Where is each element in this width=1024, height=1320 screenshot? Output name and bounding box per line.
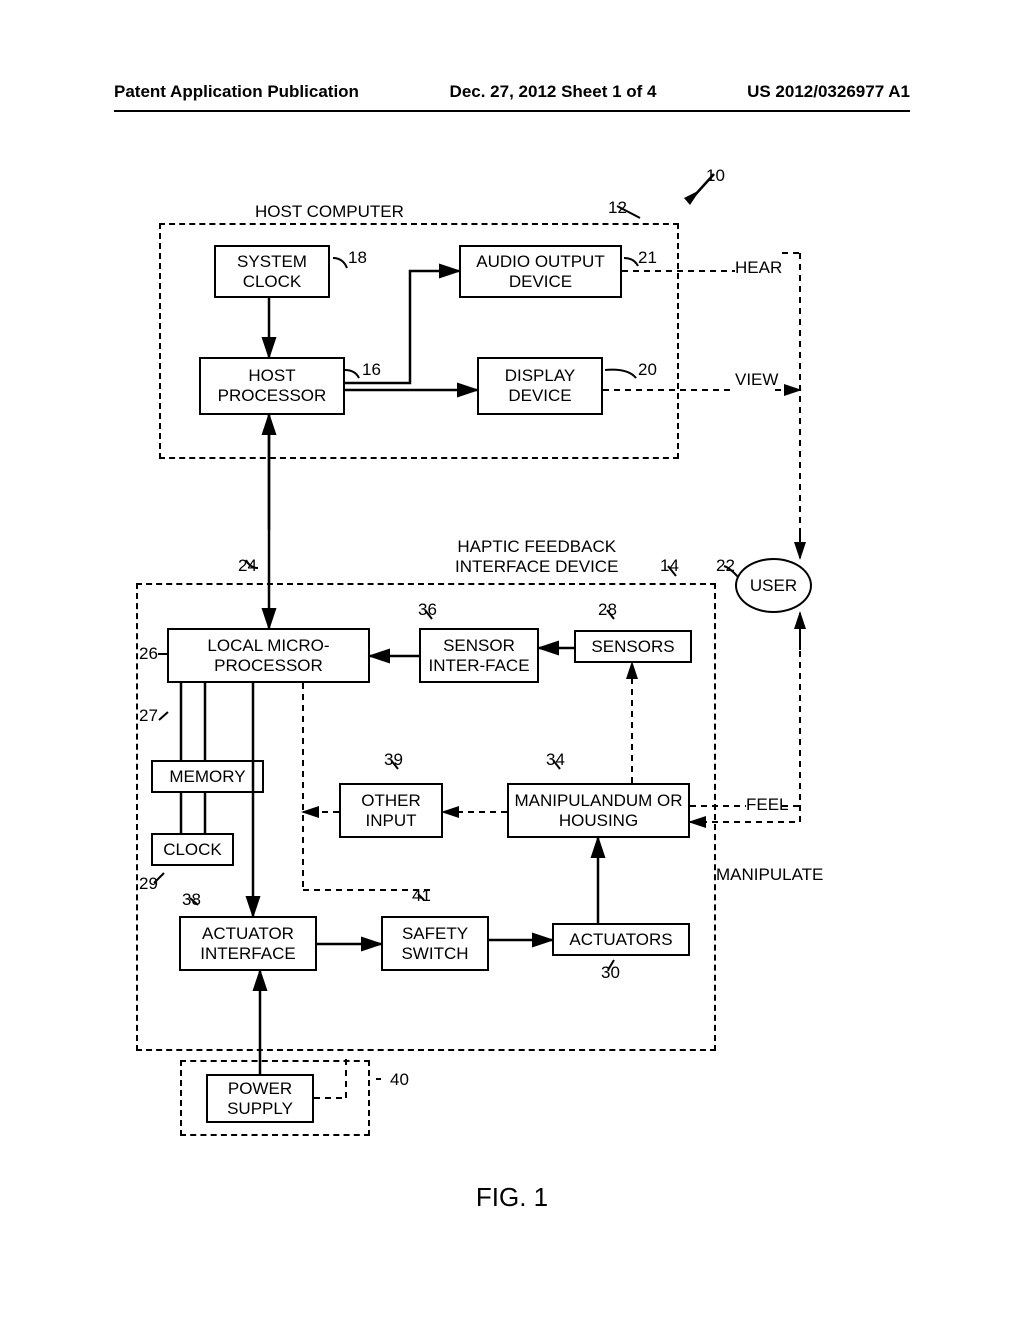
sensors-block: SENSORS <box>574 630 692 663</box>
ref-22: 22 <box>716 556 735 576</box>
local-microprocessor-block: LOCAL MICRO-PROCESSOR <box>167 628 370 683</box>
host-processor-block: HOST PROCESSOR <box>199 357 345 415</box>
clock-block: CLOCK <box>151 833 234 866</box>
ref-18: 18 <box>348 248 367 268</box>
user-circle: USER <box>735 558 812 613</box>
display-device-block: DISPLAY DEVICE <box>477 357 603 415</box>
actuators-block: ACTUATORS <box>552 923 690 956</box>
ref-29: 29 <box>139 874 158 894</box>
manipulandum-block: MANIPULANDUM OR HOUSING <box>507 783 690 838</box>
diagram-page: HOST COMPUTER SYSTEM CLOCK HOST PROCESSO… <box>0 0 1024 1320</box>
power-supply-block: POWER SUPPLY <box>206 1074 314 1123</box>
ref-34: 34 <box>546 750 565 770</box>
haptic-title: HAPTIC FEEDBACK INTERFACE DEVICE <box>455 537 618 577</box>
safety-switch-block: SAFETY SWITCH <box>381 916 489 971</box>
ref-16: 16 <box>362 360 381 380</box>
ref-27: 27 <box>139 706 158 726</box>
ref-39: 39 <box>384 750 403 770</box>
feel-label: FEEL <box>746 795 789 815</box>
ref-24: 24 <box>238 556 257 576</box>
ref-10: 10 <box>706 166 725 186</box>
memory-block: MEMORY <box>151 760 264 793</box>
hear-label: HEAR <box>735 258 782 278</box>
other-input-block: OTHER INPUT <box>339 783 443 838</box>
ref-28: 28 <box>598 600 617 620</box>
ref-36: 36 <box>418 600 437 620</box>
host-computer-title: HOST COMPUTER <box>255 202 404 222</box>
ref-26: 26 <box>139 644 158 664</box>
audio-output-block: AUDIO OUTPUT DEVICE <box>459 245 622 298</box>
actuator-interface-block: ACTUATOR INTERFACE <box>179 916 317 971</box>
ref-12: 12 <box>608 198 627 218</box>
ref-30: 30 <box>601 963 620 983</box>
manipulate-label: MANIPULATE <box>716 865 823 885</box>
sensor-interface-block: SENSOR INTER-FACE <box>419 628 539 683</box>
figure-label: FIG. 1 <box>476 1182 548 1213</box>
ref-20: 20 <box>638 360 657 380</box>
view-label: VIEW <box>735 370 778 390</box>
ref-14: 14 <box>660 556 679 576</box>
ref-38: 38 <box>182 890 201 910</box>
ref-21: 21 <box>638 248 657 268</box>
ref-41: 41 <box>412 886 431 906</box>
system-clock-block: SYSTEM CLOCK <box>214 245 330 298</box>
ref-40: 40 <box>390 1070 409 1090</box>
